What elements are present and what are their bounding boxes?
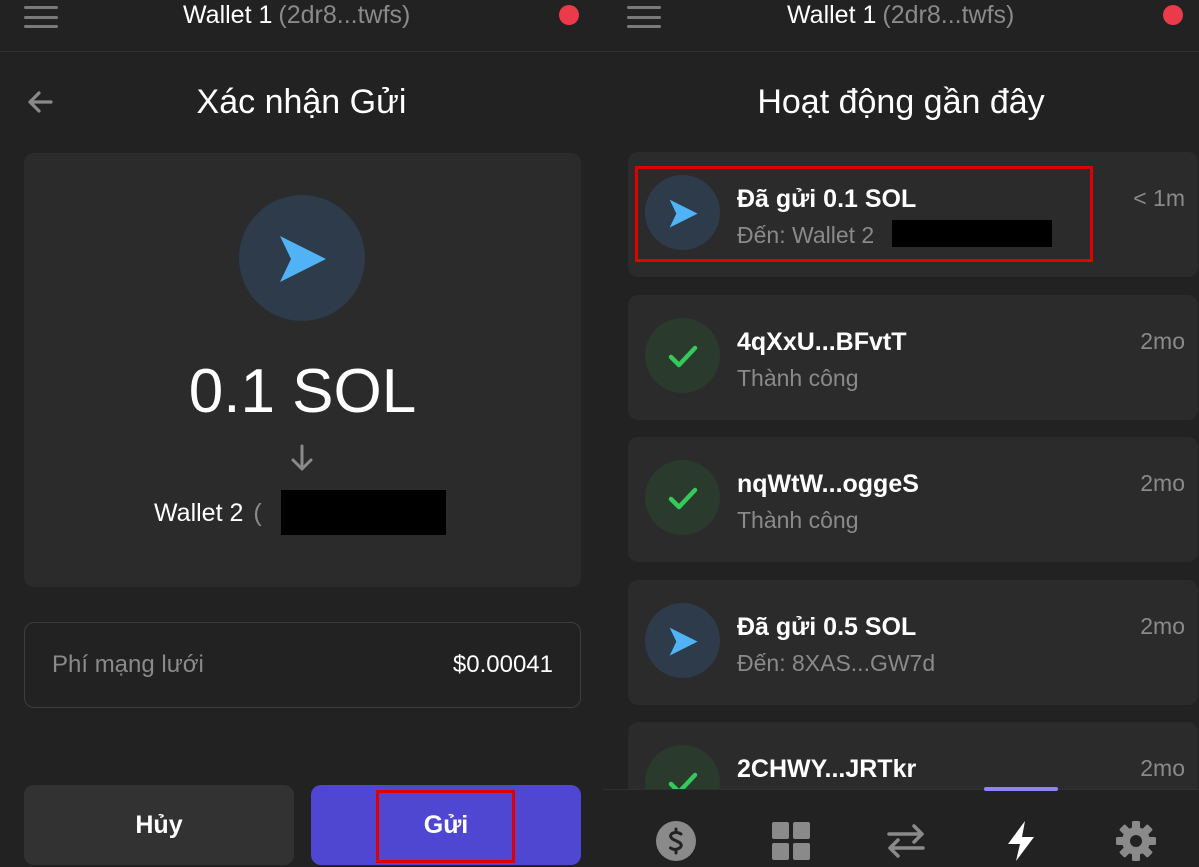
redaction-box xyxy=(281,490,446,535)
activity-subtitle: Thành công xyxy=(737,507,859,533)
activity-title: 4qXxU...BFvtT xyxy=(737,328,907,356)
activity-time: 2mo xyxy=(1140,613,1185,639)
recent-activity-screen: Wallet 1 (2dr8...twfs) Hoạt động gần đây … xyxy=(603,0,1199,867)
send-summary-card: 0.1 SOL Wallet 2() xyxy=(24,153,581,587)
lightning-icon[interactable] xyxy=(1000,820,1042,862)
activity-title: nqWtW...oggeS xyxy=(737,470,919,498)
activity-time: < 1m xyxy=(1133,185,1185,211)
activity-item[interactable]: nqWtW...oggeS Thành công 2mo xyxy=(628,437,1198,562)
activity-item[interactable]: Đã gửi 0.1 SOL Đến: Wallet 2 < 1m xyxy=(628,152,1198,277)
activity-item[interactable]: Đã gửi 0.5 SOL Đến: 8XAS...GW7d 2mo xyxy=(628,580,1198,705)
send-amount: 0.1 SOL xyxy=(188,357,417,426)
activity-title: 2CHWY...JRTkr xyxy=(737,755,917,783)
grid-icon[interactable] xyxy=(770,820,812,862)
send-icon xyxy=(645,603,720,678)
menu-icon[interactable] xyxy=(627,4,661,30)
top-bar: Wallet 1 (2dr8...twfs) xyxy=(0,0,603,52)
confirm-send-screen: Wallet 1 (2dr8...twfs) Xác nhận Gửi 0.1 S… xyxy=(0,0,603,867)
check-icon xyxy=(645,460,720,535)
page-title: Hoạt động gần đây xyxy=(757,83,1045,121)
page-title: Xác nhận Gửi xyxy=(196,83,407,121)
activity-time: 2mo xyxy=(1140,755,1185,781)
wallet-address: (2dr8...twfs) xyxy=(278,1,411,29)
fee-label: Phí mạng lưới xyxy=(52,651,204,678)
activity-item[interactable]: 4qXxU...BFvtT Thành công 2mo xyxy=(628,295,1198,420)
wallet-selector[interactable]: Wallet 1 (2dr8...twfs) xyxy=(183,0,410,32)
network-status-dot xyxy=(1163,5,1183,25)
wallet-name: Wallet 1 xyxy=(183,1,273,29)
active-tab-indicator xyxy=(984,787,1058,791)
wallet-name: Wallet 1 xyxy=(787,1,877,29)
recipient-address-open: ( xyxy=(253,499,262,527)
bottom-tab-bar xyxy=(603,787,1199,867)
network-fee-row: Phí mạng lưới $0.00041 xyxy=(24,622,581,708)
menu-icon[interactable] xyxy=(24,4,58,30)
activity-time: 2mo xyxy=(1140,328,1185,354)
check-icon xyxy=(645,318,720,393)
arrow-down-icon xyxy=(291,444,313,471)
wallet-selector[interactable]: Wallet 1 (2dr8...twfs) xyxy=(787,0,1014,32)
swap-icon[interactable] xyxy=(885,820,927,862)
activity-time: 2mo xyxy=(1140,470,1185,496)
network-status-dot xyxy=(559,5,579,25)
dollar-icon[interactable] xyxy=(655,820,697,862)
fee-value: $0.00041 xyxy=(452,651,553,678)
activity-subtitle: Thành công xyxy=(737,365,859,391)
highlight-box xyxy=(376,790,515,863)
wallet-address: (2dr8...twfs) xyxy=(882,1,1015,29)
send-icon xyxy=(239,195,365,321)
recipient-name: Wallet 2 xyxy=(154,499,244,527)
highlight-box xyxy=(635,166,1093,262)
cancel-button[interactable]: Hủy xyxy=(24,785,294,865)
activity-title: Đã gửi 0.5 SOL xyxy=(737,613,917,641)
activity-subtitle: Đến: 8XAS...GW7d xyxy=(737,650,936,676)
gear-icon[interactable] xyxy=(1115,820,1157,862)
top-bar: Wallet 1 (2dr8...twfs) xyxy=(603,0,1199,52)
